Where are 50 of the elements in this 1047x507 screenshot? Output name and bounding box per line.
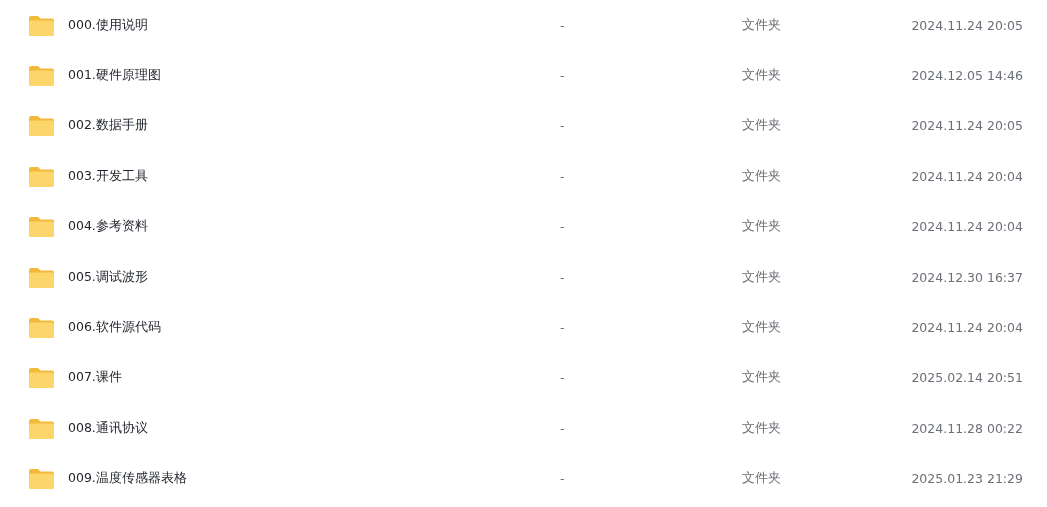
- file-size: -: [560, 370, 566, 386]
- folder-icon: [29, 266, 54, 288]
- file-size: -: [560, 420, 566, 436]
- file-size: -: [560, 269, 566, 285]
- folder-icon: [29, 14, 54, 36]
- modified-date: 2024.11.24 20:05: [911, 17, 1023, 33]
- file-name[interactable]: 000.使用说明: [68, 16, 148, 34]
- modified-date: 2024.11.24 20:05: [911, 118, 1023, 134]
- file-name[interactable]: 002.数据手册: [68, 117, 148, 135]
- folder-icon: [29, 367, 54, 389]
- folder-icon: [29, 216, 54, 238]
- file-size: -: [560, 118, 566, 134]
- file-type: 文件夹: [742, 67, 782, 85]
- file-type: 文件夹: [742, 319, 782, 337]
- modified-date: 2024.11.24 20:04: [911, 219, 1023, 235]
- folder-icon: [29, 165, 54, 187]
- modified-date: 2024.11.28 00:22: [911, 420, 1023, 436]
- modified-date: 2025.01.23 21:29: [911, 471, 1023, 487]
- modified-date: 2024.11.24 20:04: [911, 320, 1023, 336]
- modified-date: 2024.11.24 20:04: [911, 168, 1023, 184]
- file-size: -: [560, 471, 566, 487]
- folder-icon: [29, 417, 54, 439]
- file-name[interactable]: 004.参考资料: [68, 218, 148, 236]
- file-size: -: [560, 17, 566, 33]
- file-type: 文件夹: [742, 470, 782, 488]
- file-type: 文件夹: [742, 268, 782, 286]
- file-size: -: [560, 168, 566, 184]
- file-type: 文件夹: [742, 16, 782, 34]
- modified-date: 2024.12.05 14:46: [911, 68, 1023, 84]
- file-type: 文件夹: [742, 369, 782, 387]
- file-type: 文件夹: [742, 167, 782, 185]
- file-type: 文件夹: [742, 419, 782, 437]
- file-type: 文件夹: [742, 117, 782, 135]
- file-size: -: [560, 68, 566, 84]
- file-size: -: [560, 320, 566, 336]
- file-name[interactable]: 005.调试波形: [68, 268, 148, 286]
- file-name[interactable]: 009.温度传感器表格: [68, 470, 187, 488]
- folder-icon: [29, 65, 54, 87]
- file-name[interactable]: 007.课件: [68, 369, 122, 387]
- file-name[interactable]: 003.开发工具: [68, 167, 148, 185]
- file-name[interactable]: 006.软件源代码: [68, 319, 161, 337]
- modified-date: 2025.02.14 20:51: [911, 370, 1023, 386]
- folder-icon: [29, 468, 54, 490]
- modified-date: 2024.12.30 16:37: [911, 269, 1023, 285]
- folder-icon: [29, 317, 54, 339]
- file-name[interactable]: 001.硬件原理图: [68, 67, 161, 85]
- file-name[interactable]: 008.通讯协议: [68, 419, 148, 437]
- file-type: 文件夹: [742, 218, 782, 236]
- file-size: -: [560, 219, 566, 235]
- folder-icon: [29, 115, 54, 137]
